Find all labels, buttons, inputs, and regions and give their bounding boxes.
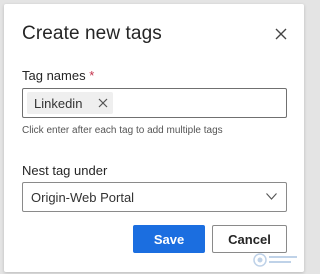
nest-tag-selected-value: Origin-Web Portal: [31, 190, 135, 205]
nest-tag-select[interactable]: Origin-Web Portal: [22, 182, 287, 212]
create-tags-dialog: Create new tags Tag names * Linkedin Cli…: [4, 4, 304, 272]
watermark-logo: [253, 253, 297, 267]
tag-chip-label: Linkedin: [34, 96, 83, 111]
close-icon[interactable]: [98, 98, 108, 108]
cancel-button[interactable]: Cancel: [212, 225, 287, 253]
close-icon[interactable]: [272, 25, 290, 43]
tag-names-input[interactable]: Linkedin: [22, 88, 287, 118]
required-marker: *: [89, 68, 95, 83]
dialog-title: Create new tags: [22, 23, 162, 44]
tag-chip: Linkedin: [27, 92, 113, 114]
nest-tag-label: Nest tag under: [22, 163, 108, 178]
tag-names-label-text: Tag names: [22, 68, 86, 83]
helper-text: Click enter after each tag to add multip…: [22, 125, 223, 136]
chevron-down-icon: [266, 193, 277, 200]
save-button[interactable]: Save: [133, 225, 205, 253]
tag-names-label: Tag names *: [22, 68, 94, 83]
